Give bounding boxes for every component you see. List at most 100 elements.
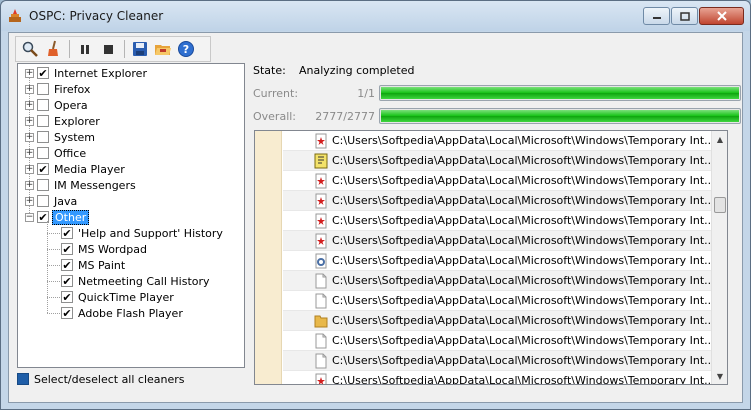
file-path: C:\Users\Softpedia\AppData\Local\Microso… [332, 194, 715, 207]
expand-icon[interactable]: + [25, 164, 34, 174]
tree-subitem-checkbox[interactable]: ✔ [61, 307, 73, 319]
tree-item-media-player[interactable]: + ✔ Media Player [25, 161, 127, 177]
file-list-row[interactable]: C:\Users\Softpedia\AppData\Local\Microso… [283, 231, 715, 251]
tree-item-checkbox[interactable]: ✔ [37, 67, 49, 79]
file-path: C:\Users\Softpedia\AppData\Local\Microso… [332, 334, 715, 347]
save-button[interactable] [129, 38, 151, 60]
tree-item-system[interactable]: + System [25, 129, 97, 145]
tree-subitem-checkbox[interactable]: ✔ [61, 259, 73, 271]
open-button[interactable] [152, 38, 174, 60]
tree-guide-line [47, 249, 60, 250]
expand-icon[interactable]: + [25, 100, 34, 110]
tree-subitem-checkbox[interactable]: ✔ [61, 275, 73, 287]
tree-subitem-checkbox[interactable]: ✔ [61, 243, 73, 255]
file-path: C:\Users\Softpedia\AppData\Local\Microso… [332, 274, 715, 287]
tree-item-checkbox[interactable] [37, 83, 49, 95]
current-progress-fill [381, 87, 739, 99]
scroll-down-arrow[interactable]: ▼ [712, 368, 727, 384]
file-list-row[interactable]: C:\Users\Softpedia\AppData\Local\Microso… [283, 351, 715, 371]
tree-subitem-checkbox[interactable]: ✔ [61, 291, 73, 303]
tree-item-label: Opera [54, 98, 88, 112]
file-list-row[interactable]: C:\Users\Softpedia\AppData\Local\Microso… [283, 191, 715, 211]
tree-item-label: IM Messengers [54, 178, 136, 192]
file-list-row[interactable]: C:\Users\Softpedia\AppData\Local\Microso… [283, 271, 715, 291]
scroll-up-arrow[interactable]: ▲ [712, 131, 727, 147]
tree-item-java[interactable]: + Java [25, 193, 79, 209]
client-area: ? + ✔ Internet Explorer + Firefox + Opera + Expl… [8, 32, 743, 403]
close-button[interactable] [699, 7, 744, 25]
expand-icon[interactable]: + [25, 68, 34, 78]
pause-button[interactable] [74, 38, 96, 60]
help-button[interactable]: ? [175, 38, 197, 60]
caption-buttons [642, 7, 744, 25]
tree-item-firefox[interactable]: + Firefox [25, 81, 92, 97]
tree-item-label: Firefox [54, 82, 91, 96]
expand-icon[interactable]: + [25, 196, 34, 206]
tree-item-checkbox[interactable] [37, 99, 49, 111]
expand-icon[interactable]: + [25, 148, 34, 158]
toolbar: ? [15, 36, 211, 62]
file-list-row[interactable]: C:\Users\Softpedia\AppData\Local\Microso… [283, 251, 715, 271]
file-list-row[interactable]: C:\Users\Softpedia\AppData\Local\Microso… [283, 171, 715, 191]
cleaner-tree[interactable]: + ✔ Internet Explorer + Firefox + Opera + Explor… [17, 63, 245, 368]
expand-icon[interactable]: + [25, 116, 34, 126]
tree-guide-line [47, 221, 48, 313]
expand-icon[interactable]: + [25, 180, 34, 190]
title-bar[interactable]: OSPC: Privacy Cleaner [1, 1, 750, 31]
tree-guide-line [47, 233, 60, 234]
tree-subitem-checkbox[interactable]: ✔ [61, 227, 73, 239]
clean-button[interactable] [42, 38, 64, 60]
tree-item-checkbox[interactable] [37, 179, 49, 191]
tree-subitem-help-and-support-history[interactable]: ✔ 'Help and Support' History [61, 225, 225, 241]
blank-file-icon [315, 293, 327, 308]
tree-item-checkbox[interactable] [37, 195, 49, 207]
minimize-button[interactable] [643, 7, 670, 25]
scan-button[interactable] [19, 38, 41, 60]
file-list[interactable]: C:\Users\Softpedia\AppData\Local\Microso… [254, 130, 728, 385]
tree-subitem-ms-paint[interactable]: ✔ MS Paint [61, 257, 127, 273]
file-list-row[interactable]: C:\Users\Softpedia\AppData\Local\Microso… [283, 211, 715, 231]
tree-item-checkbox[interactable] [37, 115, 49, 127]
overall-value: 2777/2777 [315, 110, 375, 123]
tree-item-checkbox[interactable] [37, 131, 49, 143]
tree-item-other[interactable]: − ✔ Other [25, 209, 90, 225]
tree-subitem-netmeeting-call-history[interactable]: ✔ Netmeeting Call History [61, 273, 212, 289]
tree-item-checkbox[interactable]: ✔ [37, 163, 49, 175]
scroll-thumb[interactable] [714, 197, 726, 213]
expand-icon[interactable]: + [25, 84, 34, 94]
file-list-row[interactable]: C:\Users\Softpedia\AppData\Local\Microso… [283, 151, 715, 171]
tree-subitem-label: Netmeeting Call History [78, 274, 210, 288]
file-path: C:\Users\Softpedia\AppData\Local\Microso… [332, 314, 715, 327]
file-list-row[interactable]: C:\Users\Softpedia\AppData\Local\Microso… [283, 371, 715, 384]
stop-button[interactable] [97, 38, 119, 60]
tree-guide-line [47, 297, 60, 298]
tree-subitem-ms-wordpad[interactable]: ✔ MS Wordpad [61, 241, 149, 257]
file-list-row[interactable]: C:\Users\Softpedia\AppData\Local\Microso… [283, 291, 715, 311]
file-list-row[interactable]: C:\Users\Softpedia\AppData\Local\Microso… [283, 331, 715, 351]
tree-item-internet-explorer[interactable]: + ✔ Internet Explorer [25, 65, 149, 81]
tree-item-office[interactable]: + Office [25, 145, 88, 161]
select-all-box[interactable] [17, 373, 29, 385]
collapse-icon[interactable]: − [25, 212, 34, 222]
select-all-checkbox[interactable]: Select/deselect all cleaners [17, 371, 187, 387]
tree-subitem-quicktime-player[interactable]: ✔ QuickTime Player [61, 289, 176, 305]
save-icon [133, 42, 147, 56]
maximize-button[interactable] [671, 7, 698, 25]
tree-item-opera[interactable]: + Opera [25, 97, 90, 113]
tree-subitem-label: 'Help and Support' History [78, 226, 223, 240]
file-list-row[interactable]: C:\Users\Softpedia\AppData\Local\Microso… [283, 131, 715, 151]
file-list-row[interactable]: C:\Users\Softpedia\AppData\Local\Microso… [283, 311, 715, 331]
tree-item-checkbox[interactable] [37, 147, 49, 159]
tree-subitem-label: Adobe Flash Player [78, 306, 183, 320]
expand-icon[interactable]: + [25, 132, 34, 142]
tree-subitem-adobe-flash-player[interactable]: ✔ Adobe Flash Player [61, 305, 185, 321]
settings-file-icon [315, 253, 327, 268]
tree-subitem-label: MS Paint [78, 258, 126, 272]
tree-item-explorer[interactable]: + Explorer [25, 113, 102, 129]
maximize-icon [679, 11, 690, 21]
file-path: C:\Users\Softpedia\AppData\Local\Microso… [332, 254, 715, 267]
tree-item-im-messengers[interactable]: + IM Messengers [25, 177, 138, 193]
current-value: 1/1 [357, 87, 375, 100]
overall-label: Overall: [253, 110, 297, 123]
vertical-scrollbar[interactable]: ▲ ▼ [711, 131, 727, 384]
